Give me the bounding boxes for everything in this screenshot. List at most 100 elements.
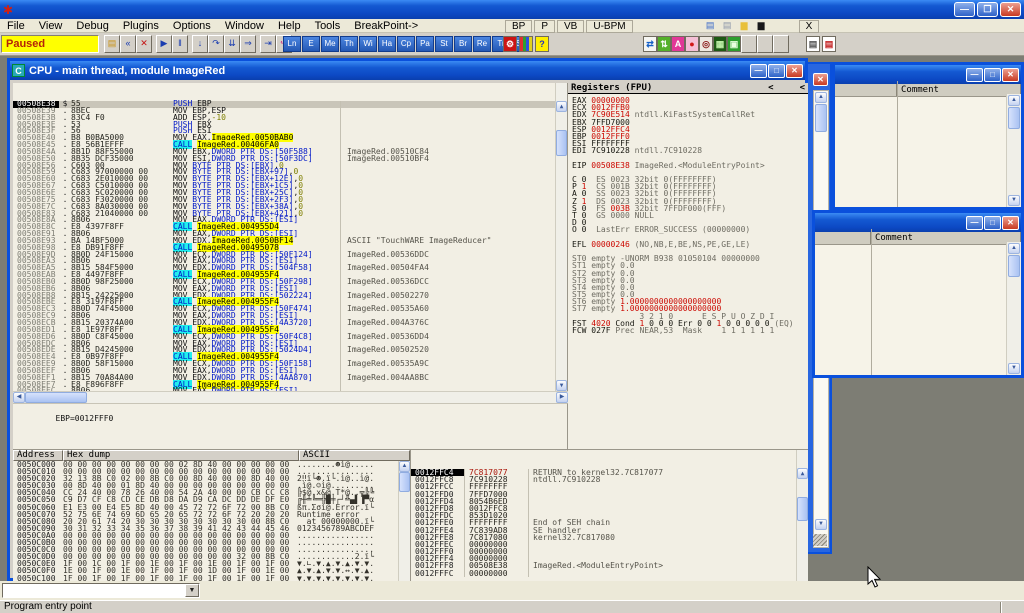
log-window-icon[interactable]: ▤ xyxy=(703,20,718,32)
maximize-button[interactable]: □ xyxy=(768,64,785,78)
scroll-up-icon[interactable]: ▲ xyxy=(556,101,567,112)
main-titlebar[interactable]: ✱ — ❐ ✕ xyxy=(0,0,1024,19)
breakpoint-dot-icon[interactable]: ● xyxy=(685,36,699,52)
swap-panes-icon[interactable]: ⇄ xyxy=(643,36,657,52)
maximize-button[interactable]: □ xyxy=(984,216,1001,230)
list-marked-icon[interactable]: ▤ xyxy=(822,36,836,52)
menu-ubpm-button[interactable]: U-BPM xyxy=(586,20,632,33)
scroll-up-icon[interactable]: ▲ xyxy=(1008,95,1020,106)
pane-button-cp[interactable]: Cp xyxy=(397,36,415,52)
scroll-thumb[interactable] xyxy=(399,472,410,492)
scroll-up-icon[interactable]: ▲ xyxy=(797,468,808,479)
pane-button-re[interactable]: Re xyxy=(473,36,491,52)
disassembly-scrollbar[interactable]: ▲ ▼ xyxy=(555,83,567,391)
restore-button[interactable]: ❐ xyxy=(977,2,998,17)
menu-vb-button[interactable]: VB xyxy=(557,20,584,33)
update-list-icon[interactable]: ⇅ xyxy=(657,36,671,52)
maximize-button[interactable]: □ xyxy=(984,68,1001,82)
open-file-button[interactable]: ▤ xyxy=(104,35,120,53)
scroll-thumb[interactable] xyxy=(1008,255,1020,277)
register-line[interactable]: T 0 GS 0000 NULL xyxy=(572,212,808,219)
pane-button-br[interactable]: Br xyxy=(454,36,472,52)
scroll-left-icon[interactable]: ◀ xyxy=(13,392,25,403)
pane-button-me[interactable]: Me xyxy=(321,36,339,52)
trace-spiral-icon[interactable]: ◎ xyxy=(699,36,713,52)
register-line[interactable]: EIP 00508E38 ImageRed.<ModuleEntryPoint> xyxy=(572,162,808,169)
menu-help[interactable]: Help xyxy=(271,20,308,32)
register-line[interactable]: EFL 00000246 (NO,NB,E,BE,NS,PE,GE,LE) xyxy=(572,241,808,248)
menu-breakpoint[interactable]: BreakPoint-> xyxy=(347,20,425,32)
stack-row[interactable]: 0012FFFC00000000 xyxy=(411,570,796,577)
register-line[interactable]: EDI 7C910228 ntdll.7C910228 xyxy=(572,147,808,154)
minimize-button[interactable]: — xyxy=(966,68,983,82)
chevron-down-icon[interactable]: ▼ xyxy=(185,584,199,597)
registers-prev-icon[interactable]: < xyxy=(768,83,773,93)
toolbar-blank-button[interactable] xyxy=(773,35,789,53)
restart-button[interactable]: « xyxy=(120,35,136,53)
side-window-middle-scrollbar[interactable]: ▲ ▼ xyxy=(1006,242,1021,375)
scroll-thumb[interactable] xyxy=(797,497,808,521)
register-line[interactable]: O 0 LastErr ERROR_SUCCESS (00000000) xyxy=(572,226,808,233)
side-window-middle-body[interactable] xyxy=(815,242,1006,375)
pause-button[interactable]: ‖ xyxy=(172,35,188,53)
toolbar-blank-button[interactable] xyxy=(741,35,757,53)
side-window-top-titlebar[interactable]: — □ ✕ xyxy=(835,65,1021,84)
pane-button-st[interactable]: St xyxy=(435,36,453,52)
close-button[interactable]: ✕ xyxy=(1000,2,1021,17)
window-list-icon[interactable]: ▣ xyxy=(727,36,741,52)
command-combobox[interactable]: ▼ xyxy=(2,583,200,598)
register-line[interactable]: FCW 027F Prec NEAR,53 Mask 1 1 1 1 1 1 xyxy=(572,327,808,334)
close-button[interactable]: ✕ xyxy=(1002,68,1019,82)
minimize-button[interactable]: — xyxy=(966,216,983,230)
side-window-top-body[interactable] xyxy=(835,94,1006,207)
run-button[interactable]: ▶ xyxy=(156,35,172,53)
scroll-up-icon[interactable]: ▲ xyxy=(399,461,410,472)
scroll-up-icon[interactable]: ▲ xyxy=(815,92,827,103)
list-plain-icon[interactable]: ▤ xyxy=(806,36,820,52)
scroll-up-icon[interactable]: ▲ xyxy=(1008,243,1020,254)
console-icon[interactable]: ▆ xyxy=(754,20,769,32)
background-window-close-button[interactable]: ✕ xyxy=(813,73,828,86)
animate-into-button[interactable]: ⇊ xyxy=(224,35,240,53)
minimize-button[interactable]: — xyxy=(750,64,767,78)
scroll-thumb[interactable] xyxy=(556,130,567,156)
animate-over-button[interactable]: ⇒ xyxy=(240,35,256,53)
menu-p-button[interactable]: P xyxy=(534,20,555,33)
disasm-row[interactable]: 00508E3B.83C4 F0ADD ESP,-10 xyxy=(13,115,555,122)
registers-next-icon[interactable]: < xyxy=(800,83,805,93)
appearance-colors-icon[interactable] xyxy=(519,36,533,52)
settings-gear-icon[interactable]: ⚙ xyxy=(503,36,517,52)
scroll-thumb[interactable] xyxy=(815,104,827,132)
scroll-down-icon[interactable]: ▼ xyxy=(815,519,827,530)
close-button[interactable]: ✕ xyxy=(786,64,803,78)
disassembly-hscrollbar[interactable]: ◀ ▶ xyxy=(13,391,568,403)
menu-debug[interactable]: Debug xyxy=(69,20,115,32)
side-window-middle-titlebar[interactable]: — □ ✕ xyxy=(815,213,1021,232)
registers-header[interactable]: Registers (FPU) < < xyxy=(568,83,808,94)
pane-button-pa[interactable]: Pa xyxy=(416,36,434,52)
open-folder-icon[interactable]: ▆ xyxy=(737,20,752,32)
stack-scrollbar[interactable]: ▲ xyxy=(796,450,808,581)
scroll-right-icon[interactable]: ▶ xyxy=(556,392,568,403)
scroll-down-icon[interactable]: ▼ xyxy=(556,380,567,391)
assemble-a-icon[interactable]: A xyxy=(671,36,685,52)
pane-button-th[interactable]: Th xyxy=(340,36,358,52)
scroll-thumb[interactable] xyxy=(25,392,87,403)
menu-close-button[interactable]: X xyxy=(799,20,820,33)
scroll-down-icon[interactable]: ▼ xyxy=(1008,195,1020,206)
close-program-button[interactable]: ✕ xyxy=(136,35,152,53)
disasm-row[interactable]: 00508E3E.53PUSH EBX xyxy=(13,122,555,129)
disasm-row[interactable]: 00508E38$55PUSH EBP xyxy=(13,101,555,108)
menu-plugins[interactable]: Plugins xyxy=(116,20,166,32)
minimize-button[interactable]: — xyxy=(954,2,975,17)
pane-button-ln[interactable]: Ln xyxy=(283,36,301,52)
menu-file[interactable]: File xyxy=(0,20,32,32)
menu-view[interactable]: View xyxy=(32,20,70,32)
help-icon[interactable]: ? xyxy=(535,36,549,52)
execute-till-return-button[interactable]: ⇥ xyxy=(260,35,276,53)
resize-grip[interactable] xyxy=(813,534,827,546)
side-window-top-scrollbar[interactable]: ▲ ▼ xyxy=(1006,94,1021,207)
toolbar-blank-button[interactable] xyxy=(757,35,773,53)
menu-tools[interactable]: Tools xyxy=(308,20,348,32)
pane-button-e[interactable]: E xyxy=(302,36,320,52)
